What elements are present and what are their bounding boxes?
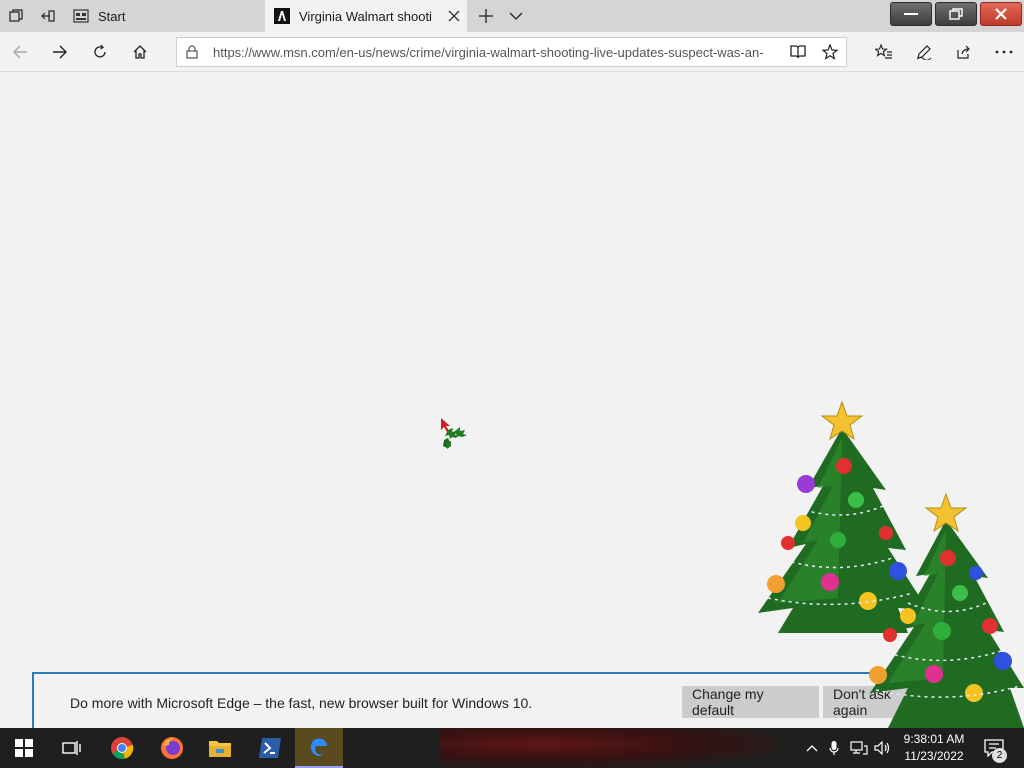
home-button[interactable] xyxy=(120,32,160,72)
taskbar-wallpaper xyxy=(440,728,780,768)
add-favorite-star-icon[interactable] xyxy=(814,38,846,66)
task-view-icon[interactable] xyxy=(48,728,96,768)
banner-message: Do more with Microsoft Edge – the fast, … xyxy=(70,695,533,711)
chrome-icon[interactable] xyxy=(98,728,146,768)
firefox-icon[interactable] xyxy=(148,728,196,768)
notification-count-badge: 2 xyxy=(992,748,1007,763)
holly-cursor-icon xyxy=(441,418,467,449)
windows-start-icon[interactable] xyxy=(0,728,48,768)
back-button[interactable] xyxy=(0,32,40,72)
close-tab-icon[interactable] xyxy=(441,3,467,29)
refresh-button[interactable] xyxy=(80,32,120,72)
more-settings-icon[interactable] xyxy=(984,32,1024,72)
restore-button[interactable] xyxy=(935,2,977,26)
minimize-button[interactable] xyxy=(890,2,932,26)
christmas-trees-decoration xyxy=(758,400,1024,728)
tab-start[interactable]: Start xyxy=(66,0,264,32)
christmas-tree-icon xyxy=(758,400,928,633)
forward-button[interactable] xyxy=(40,32,80,72)
tab-actions-icon[interactable] xyxy=(0,0,32,32)
taskbar: 9:38:01 AM 11/23/2022 xyxy=(0,728,1024,768)
newtab-page-icon xyxy=(72,7,90,25)
clock-time: 9:38:01 AM xyxy=(903,732,965,746)
powershell-icon[interactable] xyxy=(246,728,294,768)
edge-icon[interactable] xyxy=(295,728,343,768)
action-center-icon[interactable] xyxy=(978,728,1010,768)
network-icon[interactable] xyxy=(848,728,870,768)
reading-view-icon[interactable] xyxy=(782,38,814,66)
volume-icon[interactable] xyxy=(872,728,894,768)
new-tab-icon[interactable] xyxy=(470,0,502,32)
show-hidden-icons-chevron-icon[interactable] xyxy=(802,728,822,768)
system-clock[interactable]: 9:38:01 AM 11/23/2022 xyxy=(898,731,970,765)
navigation-bar: https://www.msn.com/en-us/news/crime/vir… xyxy=(0,32,1024,72)
tab-label: Virginia Walmart shooti xyxy=(299,8,432,24)
clock-date: 11/23/2022 xyxy=(904,749,964,763)
set-tabs-aside-icon[interactable] xyxy=(32,0,64,32)
address-bar[interactable]: https://www.msn.com/en-us/news/crime/vir… xyxy=(176,37,847,67)
microphone-icon[interactable] xyxy=(824,728,844,768)
msn-favicon xyxy=(273,7,291,25)
close-window-button[interactable] xyxy=(980,2,1022,26)
lock-icon[interactable] xyxy=(177,38,207,66)
chevron-down-icon[interactable] xyxy=(500,0,532,32)
pen-annotate-icon[interactable] xyxy=(904,32,944,72)
tab-virginia-walmart[interactable]: Virginia Walmart shooti xyxy=(265,0,467,32)
url-text[interactable]: https://www.msn.com/en-us/news/crime/vir… xyxy=(207,45,782,60)
tab-label: Start xyxy=(98,8,126,24)
title-bar: Start Virginia Walmart shooti xyxy=(0,0,1024,32)
file-explorer-icon[interactable] xyxy=(196,728,244,768)
share-icon[interactable] xyxy=(944,32,984,72)
favorites-hub-icon[interactable] xyxy=(864,32,904,72)
